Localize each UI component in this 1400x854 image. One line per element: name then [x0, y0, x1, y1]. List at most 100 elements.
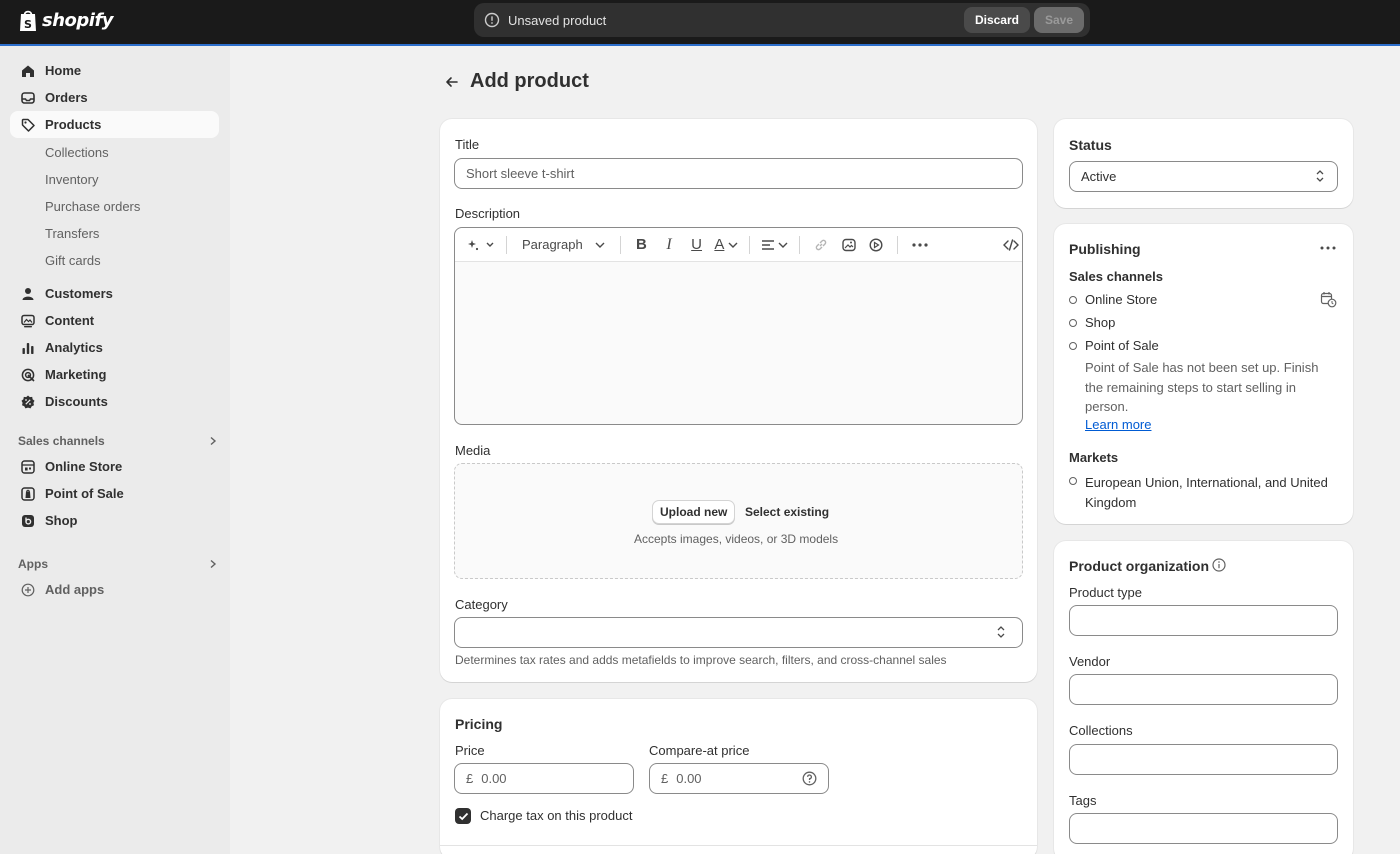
sidebar-subitem-transfers[interactable]: Transfers	[45, 226, 99, 241]
ai-sparkle-button[interactable]	[467, 233, 495, 257]
tags-input[interactable]	[1069, 813, 1338, 844]
info-icon[interactable]	[1212, 558, 1226, 572]
channel-indicator	[1069, 342, 1077, 350]
paragraph-style-label: Paragraph	[521, 237, 583, 252]
sidebar-subitem-collections[interactable]: Collections	[45, 145, 109, 160]
sidebar-item-discounts[interactable]: Discounts	[10, 388, 219, 415]
sidebar-item-label: Shop	[45, 513, 78, 528]
save-button[interactable]: Save	[1033, 7, 1084, 33]
sidebar-item-label: Orders	[45, 90, 88, 105]
sidebar-item-label: Analytics	[45, 340, 103, 355]
category-select[interactable]	[454, 617, 1023, 648]
tags-label: Tags	[1069, 793, 1097, 808]
insert-image-button[interactable]	[839, 233, 859, 257]
upload-new-button[interactable]: Upload new	[652, 500, 736, 524]
sidebar-item-analytics[interactable]: Analytics	[10, 334, 219, 361]
chevron-down-icon	[728, 242, 738, 248]
collections-input[interactable]	[1069, 744, 1338, 775]
bold-button[interactable]: B	[632, 233, 652, 257]
compare-at-price-label: Compare-at price	[649, 743, 750, 758]
arrow-left-icon[interactable]	[444, 74, 460, 90]
channel-online-store: Online Store	[1085, 292, 1158, 307]
checkmark-icon	[458, 812, 468, 820]
sales-channels-label: Sales channels	[1069, 269, 1163, 284]
vendor-label: Vendor	[1069, 654, 1111, 669]
sidebar-subitem-gift-cards[interactable]: Gift cards	[45, 253, 101, 268]
help-circle-icon[interactable]	[802, 771, 817, 786]
channel-shop: Shop	[1085, 315, 1116, 330]
underline-button[interactable]: U	[687, 233, 707, 257]
apps-section-header[interactable]: Apps	[18, 557, 218, 571]
discard-button[interactable]: Discard	[963, 7, 1030, 33]
status-heading: Status	[1069, 137, 1112, 153]
product-organization-heading: Product organization	[1069, 558, 1209, 574]
italic-button[interactable]: I	[659, 233, 679, 257]
sidebar	[0, 46, 230, 854]
sidebar-item-products[interactable]: Products	[10, 111, 219, 138]
sidebar-item-customers[interactable]: Customers	[10, 280, 219, 307]
align-button[interactable]	[761, 233, 788, 257]
align-left-icon	[762, 239, 775, 250]
market-indicator	[1069, 477, 1077, 485]
alert-circle-icon	[484, 12, 500, 28]
sidebar-item-online-store[interactable]: Online Store	[10, 453, 219, 480]
sidebar-item-label: Home	[45, 63, 82, 78]
insert-video-button[interactable]	[866, 233, 886, 257]
select-existing-link[interactable]: Select existing	[745, 505, 829, 519]
content-icon	[20, 313, 36, 329]
sidebar-subitem-purchase-orders[interactable]: Purchase orders	[45, 199, 140, 214]
text-color-button[interactable]: A	[714, 233, 738, 257]
calendar-clock-icon[interactable]	[1320, 291, 1337, 308]
shopify-logo[interactable]: S shopify	[18, 8, 114, 32]
compare-currency: £	[661, 771, 669, 786]
sidebar-item-content[interactable]: Content	[10, 307, 219, 334]
shop-icon	[20, 513, 36, 529]
title-input[interactable]: Short sleeve t-shirt	[454, 158, 1023, 189]
vendor-input[interactable]	[1069, 674, 1338, 705]
top-bar: S shopify Unsaved product Discard Save	[0, 0, 1400, 46]
paragraph-style-select[interactable]: Paragraph	[518, 233, 609, 257]
sales-channels-section-header[interactable]: Sales channels	[18, 434, 218, 448]
price-input[interactable]: £ 0.00	[454, 763, 634, 794]
inbox-icon	[20, 90, 36, 106]
sidebar-item-home[interactable]: Home	[10, 57, 219, 84]
channel-point-of-sale: Point of Sale	[1085, 338, 1159, 353]
link-button[interactable]	[811, 233, 831, 257]
ellipsis-icon[interactable]	[1320, 246, 1336, 250]
media-label: Media	[455, 443, 491, 458]
compare-at-price-input[interactable]: £ 0.00	[649, 763, 829, 794]
page-header: Add product	[444, 70, 589, 93]
person-icon	[20, 286, 36, 302]
status-select[interactable]: Active	[1069, 161, 1338, 192]
sidebar-item-shop[interactable]: Shop	[10, 507, 219, 534]
toolbar-divider	[506, 235, 507, 254]
media-dropzone[interactable]	[454, 463, 1023, 579]
markets-label: Markets	[1069, 450, 1119, 465]
sidebar-item-add-apps[interactable]: Add apps	[10, 576, 219, 603]
sidebar-item-label: Products	[45, 117, 102, 132]
unsaved-message: Unsaved product	[508, 12, 607, 28]
markets-value: European Union, International, and Unite…	[1085, 475, 1328, 510]
media-hint: Accepts images, videos, or 3D models	[634, 532, 839, 546]
price-placeholder: 0.00	[481, 771, 507, 786]
target-icon	[20, 367, 36, 383]
sidebar-subitem-inventory[interactable]: Inventory	[45, 172, 98, 187]
sidebar-item-label: Add apps	[45, 582, 105, 597]
shopping-bag-icon: S	[20, 10, 36, 31]
more-options-button[interactable]	[909, 233, 931, 257]
charge-tax-checkbox[interactable]	[455, 808, 471, 824]
chevron-right-icon	[210, 559, 217, 569]
store-icon	[20, 459, 36, 475]
sidebar-item-point-of-sale[interactable]: Point of Sale	[10, 480, 219, 507]
sidebar-item-label: Discounts	[45, 394, 108, 409]
page-title: Add product	[470, 70, 589, 92]
product-type-input[interactable]	[1069, 605, 1338, 636]
sidebar-item-marketing[interactable]: Marketing	[10, 361, 219, 388]
toolbar-divider	[799, 235, 801, 254]
learn-more-link[interactable]: Learn more	[1085, 417, 1151, 432]
pos-setup-note: Point of Sale has not been set up. Finis…	[1085, 360, 1319, 414]
sidebar-item-label: Customers	[45, 286, 113, 301]
compare-placeholder: 0.00	[676, 771, 702, 786]
html-view-button[interactable]	[1001, 233, 1023, 257]
sidebar-item-orders[interactable]: Orders	[10, 84, 219, 111]
